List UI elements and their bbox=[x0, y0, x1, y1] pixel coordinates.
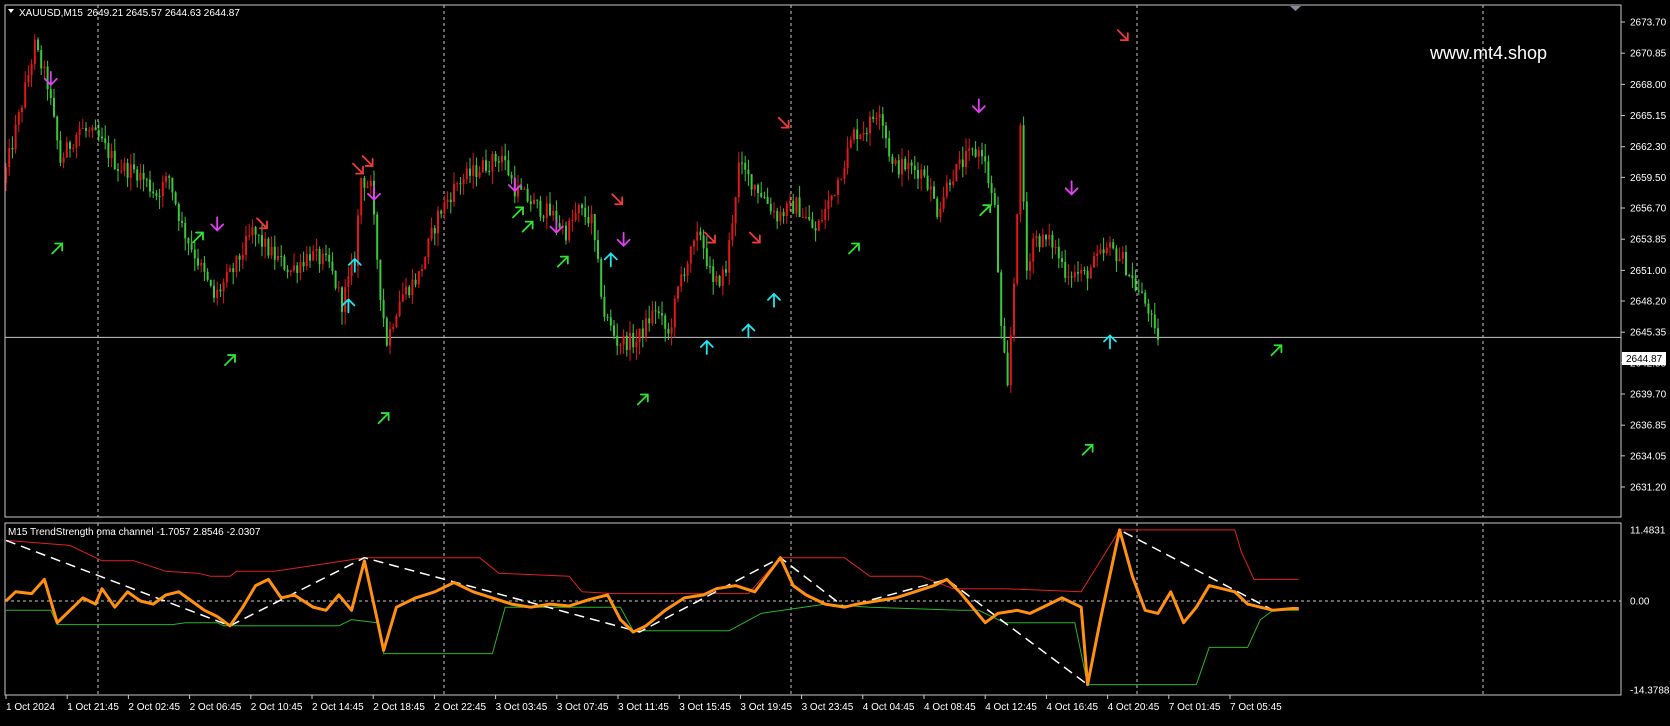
time-tick-label: 4 Oct 16:45 bbox=[1046, 702, 1098, 713]
time-tick-label: 2 Oct 22:45 bbox=[434, 702, 486, 713]
candle bbox=[1016, 213, 1019, 287]
time-tick-label: 4 Oct 08:45 bbox=[924, 702, 976, 713]
candle bbox=[955, 163, 958, 182]
time-tick-label: 2 Oct 18:45 bbox=[373, 702, 425, 713]
price-tick-label: 2668.00 bbox=[1630, 80, 1667, 91]
price-tick-label: 2662.30 bbox=[1630, 142, 1667, 153]
indicator-tick-label: 11.4831 bbox=[1630, 526, 1666, 537]
candle bbox=[997, 196, 999, 273]
watermark: www.mt4.shop bbox=[1429, 43, 1547, 63]
price-tick-label: 2639.70 bbox=[1630, 390, 1667, 401]
candle bbox=[174, 191, 177, 206]
candle bbox=[385, 316, 388, 347]
ohlc-values: 2649.21 2645.57 2644.63 2644.87 bbox=[87, 8, 240, 19]
candle bbox=[283, 254, 286, 271]
candle bbox=[568, 217, 571, 243]
symbol-label: XAUUSD,M15 bbox=[19, 8, 83, 19]
candle bbox=[718, 274, 721, 288]
candle bbox=[1022, 116, 1025, 210]
price-tick-label: 2648.20 bbox=[1630, 297, 1667, 308]
time-tick-label: 4 Oct 20:45 bbox=[1108, 702, 1160, 713]
candle bbox=[817, 219, 820, 232]
indicator-label: M15 TrendStrength oma channel -1.7057 2.… bbox=[8, 527, 261, 538]
candle bbox=[424, 256, 427, 270]
current-price-tag: 2644.87 bbox=[1622, 352, 1666, 365]
time-tick-label: 7 Oct 01:45 bbox=[1169, 702, 1221, 713]
price-tick-label: 2631.20 bbox=[1630, 483, 1667, 494]
price-tick-label: 2659.50 bbox=[1630, 173, 1667, 184]
time-tick-label: 3 Oct 19:45 bbox=[740, 702, 792, 713]
candle bbox=[1009, 326, 1012, 393]
time-tick-label: 2 Oct 06:45 bbox=[190, 702, 242, 713]
chart-header: XAUUSD,M15 2649.21 2645.57 2644.63 2644.… bbox=[8, 8, 240, 19]
time-tick-label: 2 Oct 02:45 bbox=[128, 702, 180, 713]
time-tick-label: 3 Oct 23:45 bbox=[802, 702, 854, 713]
time-tick-label: 4 Oct 04:45 bbox=[863, 702, 915, 713]
indicator-tick-label: -14.3788 bbox=[1630, 686, 1670, 697]
chart-background bbox=[0, 0, 1670, 721]
time-tick-label: 1 Oct 21:45 bbox=[67, 702, 119, 713]
price-tick-label: 2634.05 bbox=[1630, 451, 1667, 462]
candle bbox=[600, 256, 603, 300]
candle bbox=[1019, 122, 1022, 223]
current-price-label: 2644.87 bbox=[1626, 354, 1663, 365]
price-tick-label: 2665.15 bbox=[1630, 111, 1667, 122]
indicator-tick-label: 0.00 bbox=[1630, 597, 1650, 608]
candle bbox=[334, 270, 337, 291]
time-tick-label: 3 Oct 11:45 bbox=[618, 702, 669, 713]
candle bbox=[936, 196, 939, 220]
chart-canvas[interactable]: 2673.70 2670.85 2668.00 2665.15 2662.30 2659.… bbox=[0, 0, 1670, 721]
price-tick-label: 2670.85 bbox=[1630, 49, 1667, 60]
time-tick-label: 7 Oct 05:45 bbox=[1230, 702, 1282, 713]
price-tick-label: 2651.00 bbox=[1630, 266, 1667, 277]
price-tick-label: 2636.85 bbox=[1630, 421, 1667, 432]
candle bbox=[1013, 277, 1015, 342]
candle bbox=[267, 237, 270, 259]
price-tick-label: 2673.70 bbox=[1630, 18, 1667, 29]
trading-chart[interactable]: 2673.70 2670.85 2668.00 2665.15 2662.30 2659.… bbox=[0, 0, 1670, 721]
time-tick-label: 2 Oct 10:45 bbox=[251, 702, 303, 713]
price-tick-label: 2656.70 bbox=[1630, 204, 1667, 215]
time-tick-label: 4 Oct 12:45 bbox=[985, 702, 1037, 713]
time-tick-label: 3 Oct 07:45 bbox=[557, 702, 609, 713]
price-tick-label: 2653.85 bbox=[1630, 235, 1667, 246]
candle bbox=[1025, 192, 1028, 280]
time-tick-label: 2 Oct 14:45 bbox=[312, 702, 364, 713]
time-tick-label: 3 Oct 15:45 bbox=[679, 702, 731, 713]
time-tick-label: 3 Oct 03:45 bbox=[496, 702, 548, 713]
price-tick-label: 2645.35 bbox=[1630, 328, 1667, 339]
time-tick-label: 1 Oct 2024 bbox=[6, 702, 55, 713]
